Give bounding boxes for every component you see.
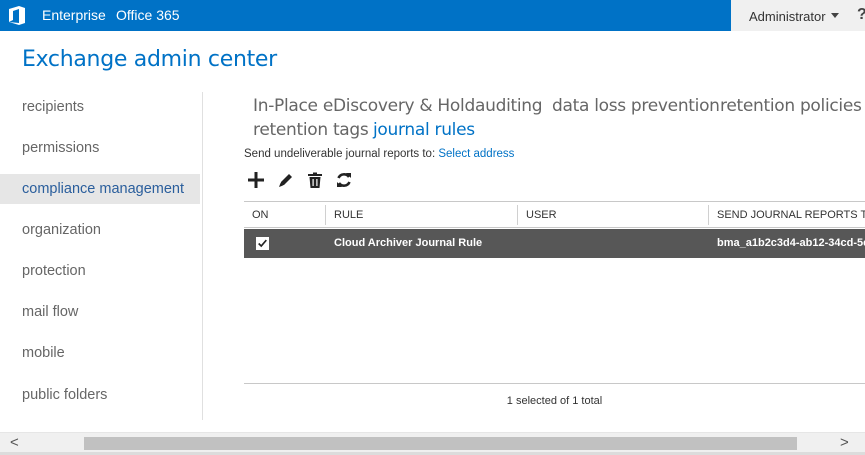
table-row[interactable]: Cloud Archiver Journal Rule bma_a1b2c3d4…	[244, 229, 865, 258]
top-bar: Enterprise Office 365 Administrator ?	[0, 0, 865, 31]
scroll-right-icon[interactable]: >	[840, 434, 849, 452]
scrollbar-thumb[interactable]	[84, 437, 797, 450]
tab-retention-tags[interactable]: retention tags	[253, 120, 369, 140]
nav-item-public-folders[interactable]: public folders	[0, 380, 200, 410]
undeliverable-reports-label: Send undeliverable journal reports to:	[244, 148, 436, 160]
horizontal-scrollbar[interactable]: < >	[0, 432, 865, 452]
journal-rules-table: ON RULE USER SEND JOURNAL REPORTS TO Clo…	[244, 201, 865, 420]
table-footer-divider	[244, 383, 865, 384]
column-header-rule[interactable]: RULE	[326, 202, 363, 228]
tab-auditing[interactable]: auditing	[475, 96, 543, 116]
nav-item-protection[interactable]: protection	[0, 256, 200, 286]
tab-ediscovery[interactable]: In-Place eDiscovery & Hold	[253, 96, 475, 116]
chevron-down-icon[interactable]	[831, 13, 839, 18]
delete-icon[interactable]	[305, 170, 325, 190]
nav-item-organization[interactable]: organization	[0, 215, 200, 245]
column-header-send-journal-reports-to[interactable]: SEND JOURNAL REPORTS TO	[709, 202, 865, 228]
selection-status: 1 selected of 1 total	[506, 395, 603, 407]
tab-retention-policies[interactable]: retention policies	[720, 96, 862, 116]
enterprise-link[interactable]: Enterprise	[42, 7, 106, 23]
table-header: ON RULE USER SEND JOURNAL REPORTS TO	[244, 201, 865, 228]
nav-item-mail-flow[interactable]: mail flow	[0, 297, 200, 327]
refresh-icon[interactable]	[334, 170, 354, 190]
column-header-on[interactable]: ON	[244, 202, 269, 228]
nav-item-compliance-management[interactable]: compliance management	[0, 174, 200, 204]
user-menu[interactable]: Administrator ?	[731, 0, 865, 31]
nav-item-mobile[interactable]: mobile	[0, 338, 200, 368]
send-to-cell: bma_a1b2c3d4-ab12-34cd-5e6f	[717, 237, 865, 249]
edit-icon[interactable]	[276, 170, 296, 190]
nav-item-recipients[interactable]: recipients	[0, 92, 200, 122]
select-address-link[interactable]: Select address	[438, 148, 514, 160]
undeliverable-reports-setting: Send undeliverable journal reports to: S…	[244, 148, 514, 160]
column-header-user[interactable]: USER	[518, 202, 557, 228]
tab-data-loss-prevention[interactable]: data loss prevention	[552, 96, 720, 116]
nav-item-permissions[interactable]: permissions	[0, 133, 200, 163]
page-title: Exchange admin center	[22, 47, 277, 72]
add-icon[interactable]	[246, 170, 266, 190]
office365-link[interactable]: Office 365	[116, 7, 180, 23]
office-logo-icon[interactable]	[6, 5, 28, 26]
left-nav: recipients permissions compliance manage…	[0, 86, 203, 421]
rule-name-cell: Cloud Archiver Journal Rule	[334, 237, 483, 249]
checked-checkbox-icon[interactable]	[256, 237, 269, 250]
user-name[interactable]: Administrator	[749, 9, 826, 24]
nav-divider	[202, 92, 203, 420]
tab-journal-rules[interactable]: journal rules	[373, 120, 475, 140]
scroll-left-icon[interactable]: <	[10, 434, 19, 452]
help-icon[interactable]: ?	[857, 6, 865, 24]
